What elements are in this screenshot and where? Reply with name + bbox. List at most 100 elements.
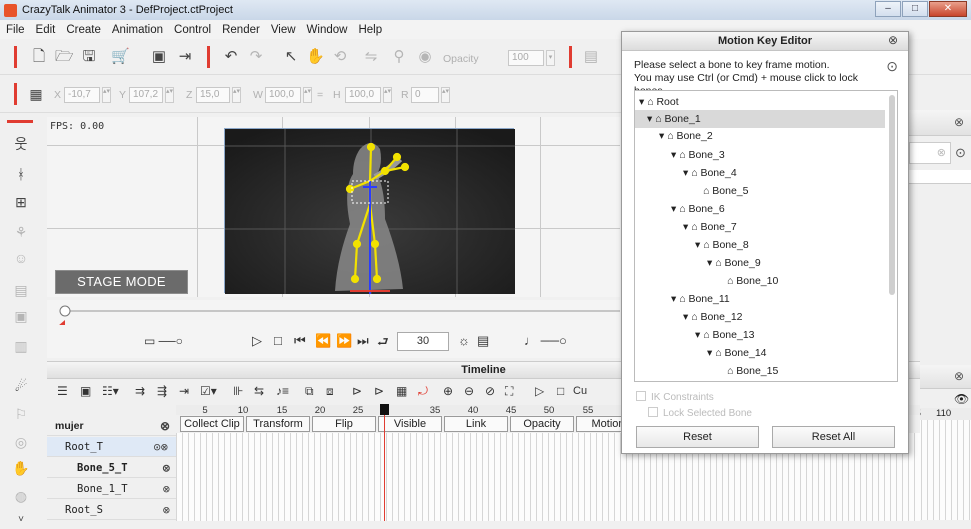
bone-editor-icon[interactable]: ᚼ xyxy=(12,165,30,183)
transform-icon[interactable]: ⟲ xyxy=(331,48,349,66)
z-spinner[interactable]: ▴▾ xyxy=(232,87,241,103)
fit-icon[interactable]: ⛶ xyxy=(505,384,513,399)
sync-icon[interactable]: ⇆ xyxy=(254,384,264,398)
prev-key-icon[interactable]: ⏪ xyxy=(315,333,331,349)
go-start-icon[interactable]: ⏮ xyxy=(294,333,306,349)
tree-node-bone-1[interactable]: ▾ ⌂ Bone_1 xyxy=(635,110,885,128)
link-header[interactable]: Link xyxy=(444,416,508,432)
transform-header[interactable]: Transform xyxy=(246,416,310,432)
settings-sun-icon[interactable]: ☼ xyxy=(458,333,470,348)
lock-selected-bone-checkbox[interactable]: Lock Selected Bone xyxy=(648,407,752,419)
tree-node-bone-5[interactable]: ⌂ Bone_5 xyxy=(703,182,748,200)
export-icon[interactable]: ⇥ xyxy=(176,48,194,66)
tree-node-bone-9[interactable]: ▾ ⌂ Bone_9 xyxy=(707,254,761,272)
menu-create[interactable]: Create xyxy=(66,24,101,36)
track-close-icon[interactable]: ⊗ xyxy=(163,458,170,478)
motion-icon[interactable]: ⚘ xyxy=(12,223,30,241)
minimize-button[interactable]: – xyxy=(875,1,901,17)
opacity-input[interactable]: 100 xyxy=(508,50,544,66)
pan-hand-icon[interactable]: ✋ xyxy=(306,48,325,66)
track-close-icon[interactable]: ⊗ xyxy=(163,500,170,520)
filter-icon[interactable]: ▣ xyxy=(80,384,91,398)
menu-render[interactable]: Render xyxy=(222,24,260,36)
menu-window[interactable]: Window xyxy=(307,24,348,36)
eye-icon[interactable]: 👁 xyxy=(954,392,969,406)
sprite-icon[interactable]: ▤ xyxy=(12,281,30,299)
collect-clip-header[interactable]: Collect Clip xyxy=(180,416,244,432)
track-bone-5-t[interactable]: Bone_5_T ⊗ xyxy=(47,458,176,478)
w-spinner[interactable]: ▴▾ xyxy=(303,87,312,103)
track-list-icon[interactable]: ☰ xyxy=(57,384,68,398)
tree-node-bone-12[interactable]: ▾ ⌂ Bone_12 xyxy=(683,308,743,326)
mke-close-icon[interactable]: ⊗ xyxy=(888,33,898,47)
mke-collapse-icon[interactable]: ⊙ xyxy=(886,58,898,75)
flip-icon[interactable]: ⇋ xyxy=(362,48,380,66)
play-icon[interactable]: ▷ xyxy=(252,333,262,349)
zoom-out-icon[interactable]: ⊖ xyxy=(464,384,474,398)
grid-view-icon[interactable]: ▦ xyxy=(396,384,407,398)
opacity-header[interactable]: Opacity xyxy=(510,416,574,432)
y-input[interactable]: 107,2 xyxy=(129,87,163,103)
h-spinner[interactable]: ▴▾ xyxy=(383,87,392,103)
actor-icon[interactable]: 웃 xyxy=(12,135,30,153)
layers-icon[interactable]: ☷▾ xyxy=(102,384,119,398)
menu-file[interactable]: File xyxy=(6,24,25,36)
timeline-stop-icon[interactable]: □ xyxy=(557,384,564,398)
select-arrow-icon[interactable]: ↖ xyxy=(282,48,300,66)
grid-icon[interactable]: ▦ xyxy=(27,85,45,103)
right-panel-close-icon[interactable]: ⊗ xyxy=(954,115,964,129)
expression-icon[interactable]: ✋ xyxy=(12,459,30,477)
visible-header[interactable]: Visible xyxy=(378,416,442,432)
tree-node-bone-6[interactable]: ▾ ⌂ Bone_6 xyxy=(671,200,725,218)
tree-node-bone-7[interactable]: ▾ ⌂ Bone_7 xyxy=(683,218,737,236)
object-close-icon[interactable]: ⊗ xyxy=(160,416,170,436)
walk-icon[interactable]: ⚐ xyxy=(12,405,30,423)
break-icon[interactable]: ⊪ xyxy=(233,384,243,398)
display-icon[interactable]: ▤ xyxy=(477,333,489,349)
menu-edit[interactable]: Edit xyxy=(36,24,56,36)
visibility-eye-icon[interactable]: ◉ xyxy=(416,48,434,66)
x-spinner[interactable]: ▴▾ xyxy=(102,87,111,103)
tree-node-bone-14[interactable]: ▾ ⌂ Bone_14 xyxy=(707,344,767,362)
next-icon[interactable]: ⊳ xyxy=(374,384,384,398)
reset-all-button[interactable]: Reset All xyxy=(772,426,895,448)
maximize-button[interactable]: □ xyxy=(902,1,928,17)
music-icon[interactable]: ♩ ──○ xyxy=(524,333,567,348)
opacity-dropdown-arrow[interactable]: ▾ xyxy=(546,50,555,66)
tree-node-bone-15[interactable]: ⌂ Bone_15 xyxy=(727,362,778,380)
track-root-s[interactable]: Root_S ⊗ xyxy=(47,500,176,520)
volume-icon[interactable]: ▭ ──○ xyxy=(144,334,183,348)
next-key-icon[interactable]: ⏩ xyxy=(336,333,352,349)
clip-icon[interactable]: ⧉ xyxy=(305,384,314,399)
shop-cart-icon[interactable]: 🛒 xyxy=(111,48,130,66)
frame-input[interactable]: 30 xyxy=(397,332,449,351)
menu-control[interactable]: Control xyxy=(174,24,211,36)
ik-constraints-checkbox[interactable]: IK Constraints xyxy=(636,391,714,403)
track-expand-icon[interactable]: ⊙⊗ xyxy=(154,437,168,457)
time-scrubber[interactable] xyxy=(47,300,620,325)
tree-node-bone-8[interactable]: ▾ ⌂ Bone_8 xyxy=(695,236,749,254)
key-move-icon[interactable]: ⇶ xyxy=(157,384,167,398)
key-shift-icon[interactable]: ⇥ xyxy=(179,384,189,398)
playhead[interactable] xyxy=(384,404,385,521)
reset-icon[interactable]: ⤾ xyxy=(418,384,428,399)
tree-node-bone-3[interactable]: ▾ ⌂ Bone_3 xyxy=(671,146,725,164)
more-tools-icon[interactable]: ˅ xyxy=(12,511,30,529)
3d-icon[interactable]: ▥ xyxy=(12,337,30,355)
face-icon[interactable]: ☺ xyxy=(12,249,30,267)
x-input[interactable]: -10,7 xyxy=(64,87,100,103)
track-close-icon[interactable]: ⊗ xyxy=(163,479,170,499)
zoom-in-icon[interactable]: ⊕ xyxy=(443,384,453,398)
menu-animation[interactable]: Animation xyxy=(112,24,163,36)
track-root-t[interactable]: Root_T ⊙⊗ xyxy=(47,437,176,457)
camera-tool-icon[interactable]: ◍ xyxy=(12,487,30,505)
tree-node-bone-13[interactable]: ▾ ⌂ Bone_13 xyxy=(695,326,755,344)
expand-icon[interactable]: ⊙ xyxy=(955,145,966,161)
z-input[interactable]: 15,0 xyxy=(196,87,230,103)
redo-icon[interactable]: ↷ xyxy=(247,48,265,66)
h-input[interactable]: 100,0 xyxy=(345,87,381,103)
clear-icon[interactable]: ⊗ xyxy=(937,146,946,159)
character-with-bones[interactable] xyxy=(225,129,515,294)
camera-icon[interactable]: ▤ xyxy=(582,48,600,66)
track-bone-1-t[interactable]: Bone_1_T ⊗ xyxy=(47,479,176,499)
